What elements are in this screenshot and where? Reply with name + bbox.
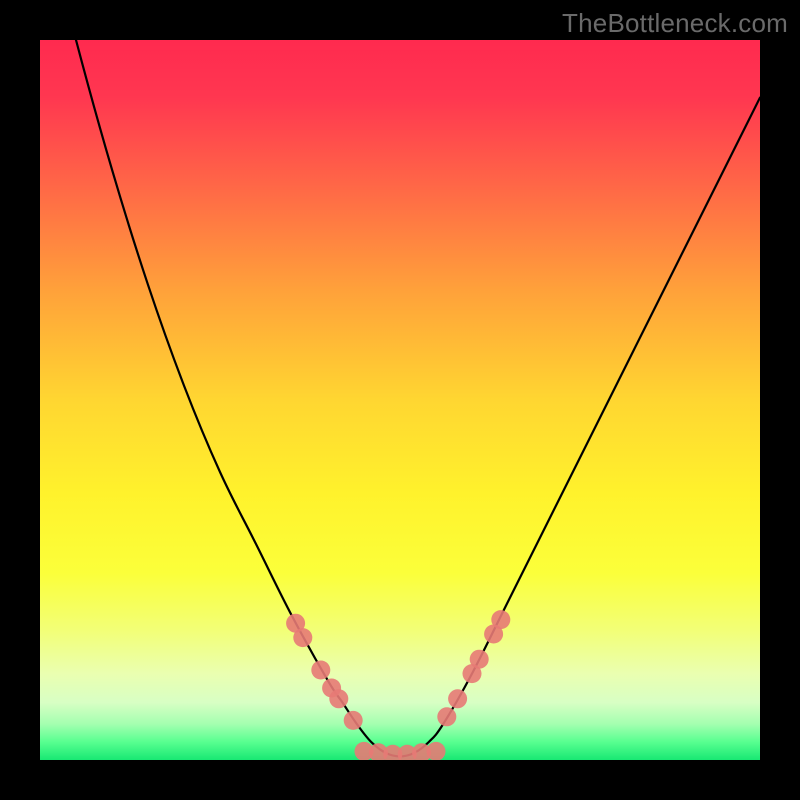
marker-dot xyxy=(437,707,456,726)
marker-dot xyxy=(491,610,510,629)
curve-layer xyxy=(40,40,760,760)
bottleneck-curve xyxy=(40,40,760,756)
curve-markers xyxy=(286,610,510,760)
marker-dot xyxy=(470,650,489,669)
plot-area xyxy=(40,40,760,760)
marker-dot xyxy=(427,742,446,760)
watermark-text: TheBottleneck.com xyxy=(562,8,788,39)
marker-dot xyxy=(293,628,312,647)
chart-frame: TheBottleneck.com xyxy=(0,0,800,800)
marker-dot xyxy=(311,661,330,680)
marker-dot xyxy=(448,689,467,708)
marker-dot xyxy=(329,689,348,708)
marker-dot xyxy=(344,711,363,730)
